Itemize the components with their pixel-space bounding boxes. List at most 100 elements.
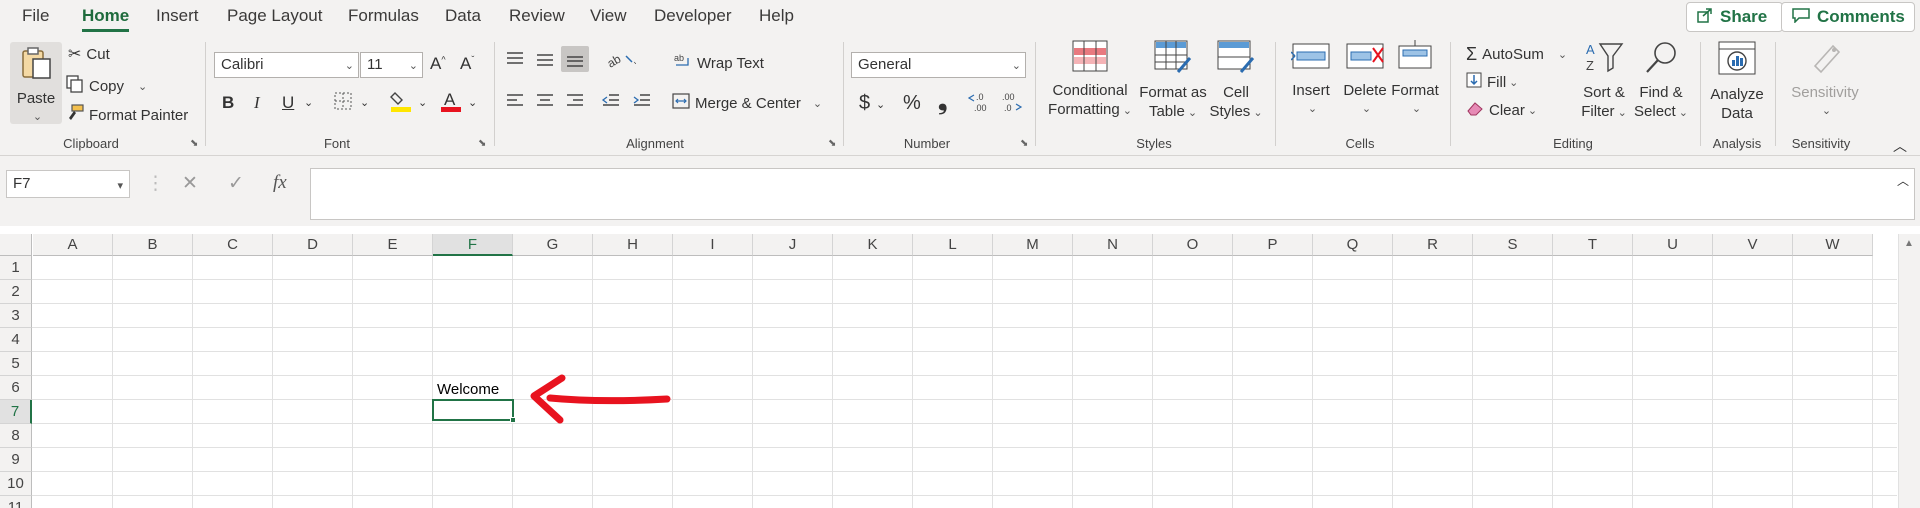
increase-decimal-icon[interactable]: .0.00 — [967, 90, 994, 119]
sensitivity-button[interactable]: Sensitivity ⌄ — [1782, 40, 1868, 121]
sort-filter-button[interactable]: AZ Sort & Filter ⌄ — [1574, 40, 1634, 123]
column-header-t[interactable]: T — [1553, 234, 1633, 256]
fill-color-icon[interactable] — [390, 89, 412, 118]
row-header-11[interactable]: 11 — [0, 496, 32, 508]
fill-handle[interactable] — [510, 417, 516, 423]
font-color-icon[interactable]: A — [440, 89, 462, 118]
column-header-i[interactable]: I — [673, 234, 753, 256]
dialog-launcher-icon[interactable]: ⬊ — [1020, 138, 1028, 149]
format-cells-button[interactable]: Format ⌄ — [1388, 40, 1442, 119]
row-header-4[interactable]: 4 — [0, 328, 32, 352]
enter-icon[interactable]: ✓ — [228, 172, 244, 195]
tab-formulas[interactable]: Formulas — [348, 6, 419, 26]
autosum-button[interactable]: Σ AutoSum ⌄ — [1466, 44, 1567, 65]
cell-f6[interactable]: Welcome — [437, 381, 499, 398]
align-left-icon[interactable] — [505, 92, 525, 115]
cut-button[interactable]: ✂ Cut — [68, 44, 110, 64]
column-header-j[interactable]: J — [753, 234, 833, 256]
decrease-indent-icon[interactable] — [601, 92, 621, 115]
formula-input[interactable] — [310, 168, 1915, 220]
tab-help[interactable]: Help — [759, 6, 794, 26]
align-middle-icon[interactable] — [535, 50, 555, 73]
column-header-q[interactable]: Q — [1313, 234, 1393, 256]
column-header-k[interactable]: K — [833, 234, 913, 256]
scroll-up-icon[interactable]: ▲ — [1904, 238, 1914, 249]
active-cell-f7[interactable] — [432, 399, 514, 421]
number-format-select[interactable]: General ⌄ — [851, 52, 1026, 78]
column-header-e[interactable]: E — [353, 234, 433, 256]
row-header-6[interactable]: 6 — [0, 376, 32, 400]
delete-cells-button[interactable]: Delete ⌄ — [1338, 40, 1392, 119]
tab-file[interactable]: File — [22, 6, 49, 26]
analyze-data-button[interactable]: Analyze Data — [1706, 40, 1768, 123]
column-header-w[interactable]: W — [1793, 234, 1873, 256]
tab-page-layout[interactable]: Page Layout — [227, 6, 322, 26]
format-painter-button[interactable]: Format Painter — [66, 104, 188, 126]
borders-icon[interactable] — [333, 91, 353, 116]
dialog-launcher-icon[interactable]: ⬊ — [828, 138, 836, 149]
tab-insert[interactable]: Insert — [156, 6, 199, 26]
insert-cells-button[interactable]: Insert ⌄ — [1284, 40, 1338, 119]
tab-data[interactable]: Data — [445, 6, 481, 26]
select-all-corner[interactable] — [0, 234, 32, 256]
worksheet-grid[interactable]: ABCDEFGHIJKLMNOPQRSTUVW 1 2 3 4 5 6 7 8 9 10 11 We… — [0, 234, 1920, 508]
bold-button[interactable]: B — [222, 93, 234, 113]
increase-indent-icon[interactable] — [632, 92, 652, 115]
format-as-table-button[interactable]: Format as Table ⌄ — [1136, 40, 1210, 123]
tab-view[interactable]: View — [590, 6, 627, 26]
row-header-2[interactable]: 2 — [0, 280, 32, 304]
tab-home[interactable]: Home — [82, 6, 130, 32]
decrease-decimal-icon[interactable]: .00.0 — [998, 90, 1024, 119]
column-header-c[interactable]: C — [193, 234, 273, 256]
row-header-9[interactable]: 9 — [0, 448, 32, 472]
column-header-g[interactable]: G — [513, 234, 593, 256]
column-header-s[interactable]: S — [1473, 234, 1553, 256]
cancel-icon[interactable]: ✕ — [182, 172, 198, 195]
name-box[interactable]: F7 ▾ — [6, 170, 130, 198]
share-button[interactable]: Share — [1686, 2, 1783, 32]
comments-button[interactable]: Comments — [1781, 2, 1915, 32]
fill-button[interactable]: Fill ⌄ — [1466, 72, 1518, 92]
chevron-down-icon[interactable]: ⌄ — [876, 98, 885, 111]
chevron-down-icon[interactable]: ⌄ — [418, 96, 427, 109]
chevron-down-icon[interactable]: ⌄ — [360, 96, 369, 109]
column-header-a[interactable]: A — [33, 234, 113, 256]
column-header-h[interactable]: H — [593, 234, 673, 256]
collapse-ribbon-icon[interactable]: ︿ — [1893, 136, 1907, 156]
chevron-down-icon[interactable]: ⌄ — [468, 96, 477, 109]
column-header-u[interactable]: U — [1633, 234, 1713, 256]
row-header-10[interactable]: 10 — [0, 472, 32, 496]
column-header-p[interactable]: P — [1233, 234, 1313, 256]
column-header-o[interactable]: O — [1153, 234, 1233, 256]
align-bottom-icon[interactable] — [561, 46, 589, 72]
find-select-button[interactable]: Find & Select ⌄ — [1630, 40, 1692, 123]
row-header-8[interactable]: 8 — [0, 424, 32, 448]
column-header-n[interactable]: N — [1073, 234, 1153, 256]
copy-button[interactable]: Copy ⌄ — [66, 75, 147, 97]
insert-function-icon[interactable]: fx — [273, 172, 287, 194]
column-header-d[interactable]: D — [273, 234, 353, 256]
vertical-scrollbar[interactable]: ▲ — [1898, 234, 1920, 508]
row-header-5[interactable]: 5 — [0, 352, 32, 376]
align-center-icon[interactable] — [535, 92, 555, 115]
underline-button[interactable]: U — [282, 93, 294, 113]
column-header-v[interactable]: V — [1713, 234, 1793, 256]
italic-button[interactable]: I — [254, 93, 260, 113]
align-right-icon[interactable] — [565, 92, 585, 115]
increase-font-size-icon[interactable]: A^ — [430, 54, 446, 74]
column-header-m[interactable]: M — [993, 234, 1073, 256]
chevron-down-icon[interactable]: ⌄ — [304, 96, 313, 109]
column-header-f[interactable]: F — [433, 234, 513, 256]
dialog-launcher-icon[interactable]: ⬊ — [190, 138, 198, 149]
orientation-icon[interactable]: ab ⌄ — [605, 50, 640, 73]
column-header-l[interactable]: L — [913, 234, 993, 256]
percent-button[interactable]: % — [903, 92, 921, 115]
expand-formula-bar-icon[interactable]: ︿ — [1897, 172, 1909, 189]
paste-button[interactable]: Paste ⌄ — [10, 42, 62, 124]
conditional-formatting-button[interactable]: Conditional Formatting ⌄ — [1046, 40, 1134, 121]
font-name-select[interactable]: Calibri ⌄ — [214, 52, 359, 78]
font-size-select[interactable]: 11 ⌄ — [360, 52, 423, 78]
align-top-icon[interactable] — [505, 50, 525, 73]
tab-developer[interactable]: Developer — [654, 6, 732, 26]
column-header-r[interactable]: R — [1393, 234, 1473, 256]
